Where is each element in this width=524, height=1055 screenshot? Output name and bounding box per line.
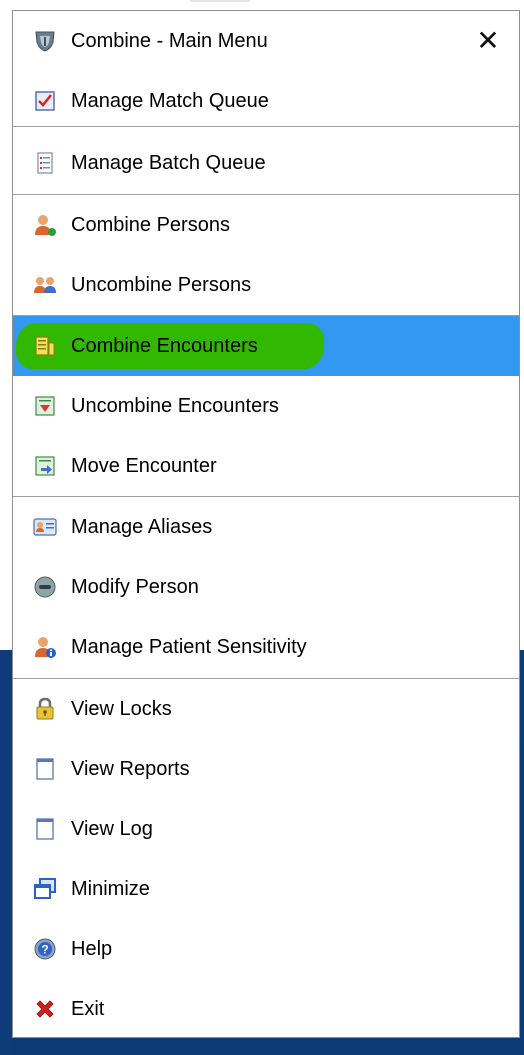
menu-item-help[interactable]: ? Help	[13, 919, 519, 979]
menu-item-manage-match-queue[interactable]: Manage Match Queue	[13, 71, 519, 131]
persons-uncombine-icon	[33, 273, 57, 297]
menu-item-uncombine-persons[interactable]: Uncombine Persons	[13, 255, 519, 315]
menu-item-label: View Locks	[71, 697, 172, 720]
encounters-combine-icon	[33, 334, 57, 358]
encounters-uncombine-icon	[33, 394, 57, 418]
batch-list-icon	[33, 151, 57, 175]
shield-logo-icon	[33, 29, 57, 53]
menu-item-label: View Log	[71, 817, 153, 840]
aliases-card-icon	[33, 515, 57, 539]
help-icon: ?	[33, 937, 57, 961]
minimize-windows-icon	[33, 877, 57, 901]
menu-item-label: Modify Person	[71, 575, 199, 598]
menu-item-label: Manage Batch Queue	[71, 151, 266, 174]
menu-item-combine-persons[interactable]: Combine Persons	[13, 195, 519, 255]
document-icon	[33, 757, 57, 781]
close-icon[interactable]: ✕	[475, 27, 501, 55]
menu-title: Combine - Main Menu	[71, 29, 268, 52]
checklist-icon	[33, 89, 57, 113]
menu-item-label: Exit	[71, 997, 105, 1020]
menu-item-label: Minimize	[71, 877, 150, 900]
menu-item-label: View Reports	[71, 757, 190, 780]
menu-item-minimize[interactable]: Minimize	[13, 859, 519, 919]
svg-text:?: ?	[41, 943, 48, 957]
menu-item-label: Manage Match Queue	[71, 89, 269, 112]
log-document-icon	[33, 817, 57, 841]
patient-sensitivity-icon	[33, 635, 57, 659]
menu-item-label: Help	[71, 937, 113, 960]
menu-item-view-locks[interactable]: View Locks	[13, 679, 519, 739]
menu-item-uncombine-encounters[interactable]: Uncombine Encounters	[13, 376, 519, 436]
menu-item-view-reports[interactable]: View Reports	[13, 739, 519, 799]
menu-item-label: Manage Aliases	[71, 515, 213, 538]
background-desktop	[0, 650, 12, 1055]
combine-main-menu: Combine - Main Menu ✕ Manage Match Queue…	[12, 10, 520, 1038]
menu-title-row: Combine - Main Menu ✕	[13, 11, 519, 71]
menu-item-label: Move Encounter	[71, 454, 217, 477]
menu-separator	[13, 126, 519, 127]
menu-item-combine-encounters[interactable]: Combine Encounters	[13, 316, 519, 376]
exit-x-icon	[33, 997, 57, 1021]
menu-item-move-encounter[interactable]: Move Encounter	[13, 436, 519, 496]
lock-icon	[33, 697, 57, 721]
move-encounter-icon	[33, 454, 57, 478]
menu-item-label: Combine Encounters	[71, 334, 258, 357]
menu-item-exit[interactable]: Exit	[13, 979, 519, 1039]
modify-person-icon	[33, 575, 57, 599]
menu-item-label: Uncombine Persons	[71, 273, 252, 296]
menu-item-label: Manage Patient Sensitivity	[71, 635, 307, 658]
menu-item-label: Combine Persons	[71, 213, 230, 236]
menu-item-manage-aliases[interactable]: Manage Aliases	[13, 497, 519, 557]
person-combine-icon	[33, 213, 57, 237]
menu-item-manage-batch-queue[interactable]: Manage Batch Queue	[13, 133, 519, 193]
menu-item-manage-patient-sensitivity[interactable]: Manage Patient Sensitivity	[13, 617, 519, 677]
menu-item-modify-person[interactable]: Modify Person	[13, 557, 519, 617]
menu-item-label: Uncombine Encounters	[71, 394, 279, 417]
menu-item-view-log[interactable]: View Log	[13, 799, 519, 859]
